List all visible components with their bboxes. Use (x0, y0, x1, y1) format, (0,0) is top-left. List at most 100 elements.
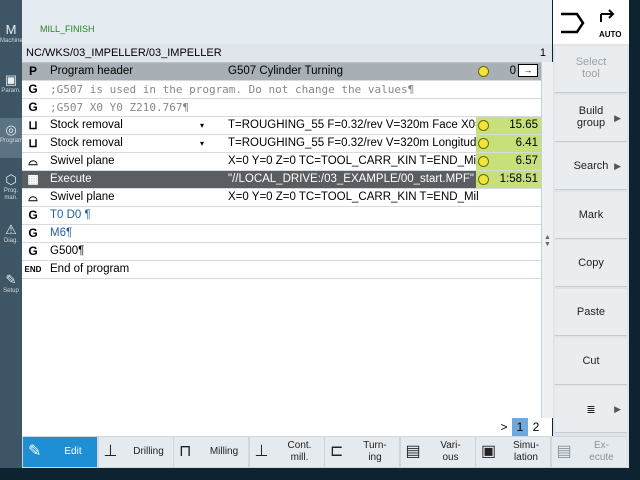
vertical-softkeys: AUTO Select tool Build group ▶ Search ▶ Mark Cop… (553, 0, 629, 480)
softkey-right-2[interactable]: Search ▶ (555, 143, 627, 191)
arrow-right-icon[interactable]: → (518, 64, 538, 78)
exit-icon[interactable] (557, 8, 587, 38)
block-type-icon: G (28, 100, 38, 114)
block-name: Stock removal (50, 119, 123, 131)
softkey-label: Milling (209, 446, 239, 457)
softkey-right-0[interactable]: Select tool (555, 46, 627, 93)
block-name: End of program (50, 263, 130, 275)
pager-arrow[interactable]: > (496, 418, 512, 436)
block-time-value: 15.65 (509, 119, 538, 131)
softkey-right-6[interactable]: Cut (555, 337, 627, 385)
program-list: P Program header G507 Cylinder Turning 0 → G;… (22, 63, 541, 279)
block-type-icon: ⌓ (28, 154, 38, 168)
softkey-bottom-2[interactable]: ⊓ Milling (174, 437, 248, 467)
chevron-down-icon[interactable]: ▾ (200, 135, 204, 152)
program-row[interactable]: G ;G507 is used in the program. Do not ch… (22, 81, 541, 99)
block-type-icon: ⊔ (28, 136, 38, 150)
pager: >1 2 (496, 418, 544, 436)
block-name: Execute (50, 173, 92, 185)
block-name: M6¶ (50, 227, 73, 239)
block-params: T=ROUGHING_55 F=0.32/rev V=320m Face X0=… (228, 119, 478, 131)
softkey-label-line2: tool (582, 68, 600, 80)
softkey-bottom-4[interactable]: ⊏ Turn-ing (325, 437, 399, 467)
left-nav-item-3[interactable]: ⬡ Prog. man. (0, 168, 22, 208)
clock-icon (478, 66, 489, 77)
clock-icon (478, 138, 489, 149)
scroll-arrows-icon: ▲ ▼ (544, 234, 551, 248)
block-name: Swivel plane (50, 155, 115, 167)
block-type-icon: ⌓ (28, 190, 38, 204)
softkey-label-line2: ing (368, 452, 382, 463)
program-row[interactable]: G M6¶ (22, 225, 541, 243)
program-row[interactable]: P Program header G507 Cylinder Turning 0 → (22, 63, 541, 81)
left-nav-label: Machine (0, 38, 23, 44)
softkey-label: Vari- (440, 440, 461, 451)
block-params: T=ROUGHING_55 F=0.32/rev V=320m Longitud… (228, 137, 478, 149)
vertical-scrollbar[interactable]: ▲ ▼ (541, 62, 553, 418)
block-time-value: 0 (509, 65, 516, 77)
softkey-icon: ⊥ (103, 443, 118, 460)
chevron-right-icon: ▶ (614, 112, 621, 123)
softkey-label-line2: mill. (290, 452, 309, 463)
softkey-icon: ▣ (481, 443, 497, 460)
program-row[interactable]: ⊔ Stock removal ▾ T=ROUGHING_55 F=0.32/rev … (22, 117, 541, 135)
pager-page-1[interactable]: 1 (512, 418, 528, 436)
program-row[interactable]: G ;G507 X0 Y0 Z210.767¶ (22, 99, 541, 117)
horizontal-softkeys: ✎ Edit ⊥ Drilling ⊓ Milling ⊥ Cont. mill. ⊏ Turn-i… (22, 436, 626, 468)
block-type-icon: P (28, 64, 37, 78)
title-strip: MILL_FINISH (22, 0, 552, 44)
left-nav-item-5[interactable]: ✎ Setup (0, 268, 22, 308)
softkey-bottom-3[interactable]: ⊥ Cont. mill. (249, 437, 324, 467)
block-type-icon: G (28, 208, 38, 222)
program-row[interactable]: ▦ Execute "//LOCAL_DRIVE:/03_EXAMPLE/00_st… (22, 171, 541, 189)
program-row[interactable]: G T0 D0 ¶ (22, 207, 541, 225)
program-row[interactable]: ⌓ Swivel plane X=0 Y=0 Z=0 TC=TOOL_CARR_KI… (22, 153, 541, 171)
softkey-right-4[interactable]: Copy (555, 240, 627, 288)
softkey-right-1[interactable]: Build group ▶ (555, 94, 627, 142)
softkey-bottom-7[interactable]: ▤ Ex-ecute (551, 437, 626, 467)
softkey-bottom-6[interactable]: ▣ Simu-lation (476, 437, 550, 467)
block-name: ;G507 X0 Y0 Z210.767¶ (50, 101, 190, 114)
softkey-right-7[interactable]: ≣ ▶ (555, 386, 627, 434)
block-type-icon: END (24, 265, 42, 274)
left-nav-label: Program (0, 138, 24, 144)
block-name: T0 D0 ¶ (50, 209, 91, 221)
block-type-icon: G (28, 226, 38, 240)
program-row[interactable]: ⊔ Stock removal ▾ T=ROUGHING_55 F=0.32/rev … (22, 135, 541, 153)
left-nav-item-1[interactable]: ▣ Param. (0, 68, 22, 108)
clock-icon (478, 156, 489, 167)
left-nav-item-0[interactable]: M Machine (0, 18, 23, 58)
block-params: G507 Cylinder Turning (228, 65, 344, 77)
softkey-bottom-5[interactable]: ▤ Vari-ous (400, 437, 475, 467)
pager-page-2[interactable]: 2 (528, 418, 544, 436)
softkey-bottom-0[interactable]: ✎ Edit (23, 437, 97, 467)
block-time: 0 → (476, 63, 541, 80)
program-row[interactable]: G G500¶ (22, 243, 541, 261)
chevron-down-icon[interactable]: ▾ (200, 117, 204, 134)
softkey-label-line2: ecute (589, 452, 614, 463)
left-nav-icon-5: ✎ (5, 272, 17, 287)
program-row[interactable]: ⌓ Swivel plane X=0 Y=0 Z=0 TC=TOOL_CARR_KI… (22, 189, 541, 207)
block-time-value: 1:58.51 (499, 173, 538, 185)
left-nav-item-4[interactable]: ⚠ Diag. (0, 218, 22, 258)
program-row[interactable]: END End of program (22, 261, 541, 279)
clock-icon (478, 174, 489, 185)
block-params: X=0 Y=0 Z=0 TC=TOOL_CARR_KIN T=END_Mill_… (228, 155, 478, 167)
screen-bottom-edge (0, 468, 640, 480)
softkey-label: Turn- (363, 440, 387, 451)
block-time-value: 6.57 (515, 155, 538, 167)
softkey-right-5[interactable]: Paste (555, 289, 627, 336)
left-nav-label: Diag. (3, 238, 18, 244)
softkey-label: Simu- (512, 440, 540, 451)
left-nav-item-2[interactable]: ◎ Program (0, 118, 24, 158)
program-path: NC/WKS/03_IMPELLER/03_IMPELLER (26, 47, 222, 59)
path-bar: NC/WKS/03_IMPELLER/03_IMPELLER 1 (22, 44, 552, 63)
block-name: ;G507 is used in the program. Do not cha… (50, 83, 415, 96)
block-name: Swivel plane (50, 191, 115, 203)
softkey-bottom-1[interactable]: ⊥ Drilling (98, 437, 173, 467)
softkey-label-line2: lation (514, 452, 538, 463)
block-time: 6.41 (476, 135, 541, 152)
softkey-icon: ✎ (28, 443, 42, 460)
program-editor: MILL_FINISH NC/WKS/03_IMPELLER/03_IMPELL… (22, 0, 553, 436)
softkey-right-3[interactable]: Mark (555, 191, 627, 239)
